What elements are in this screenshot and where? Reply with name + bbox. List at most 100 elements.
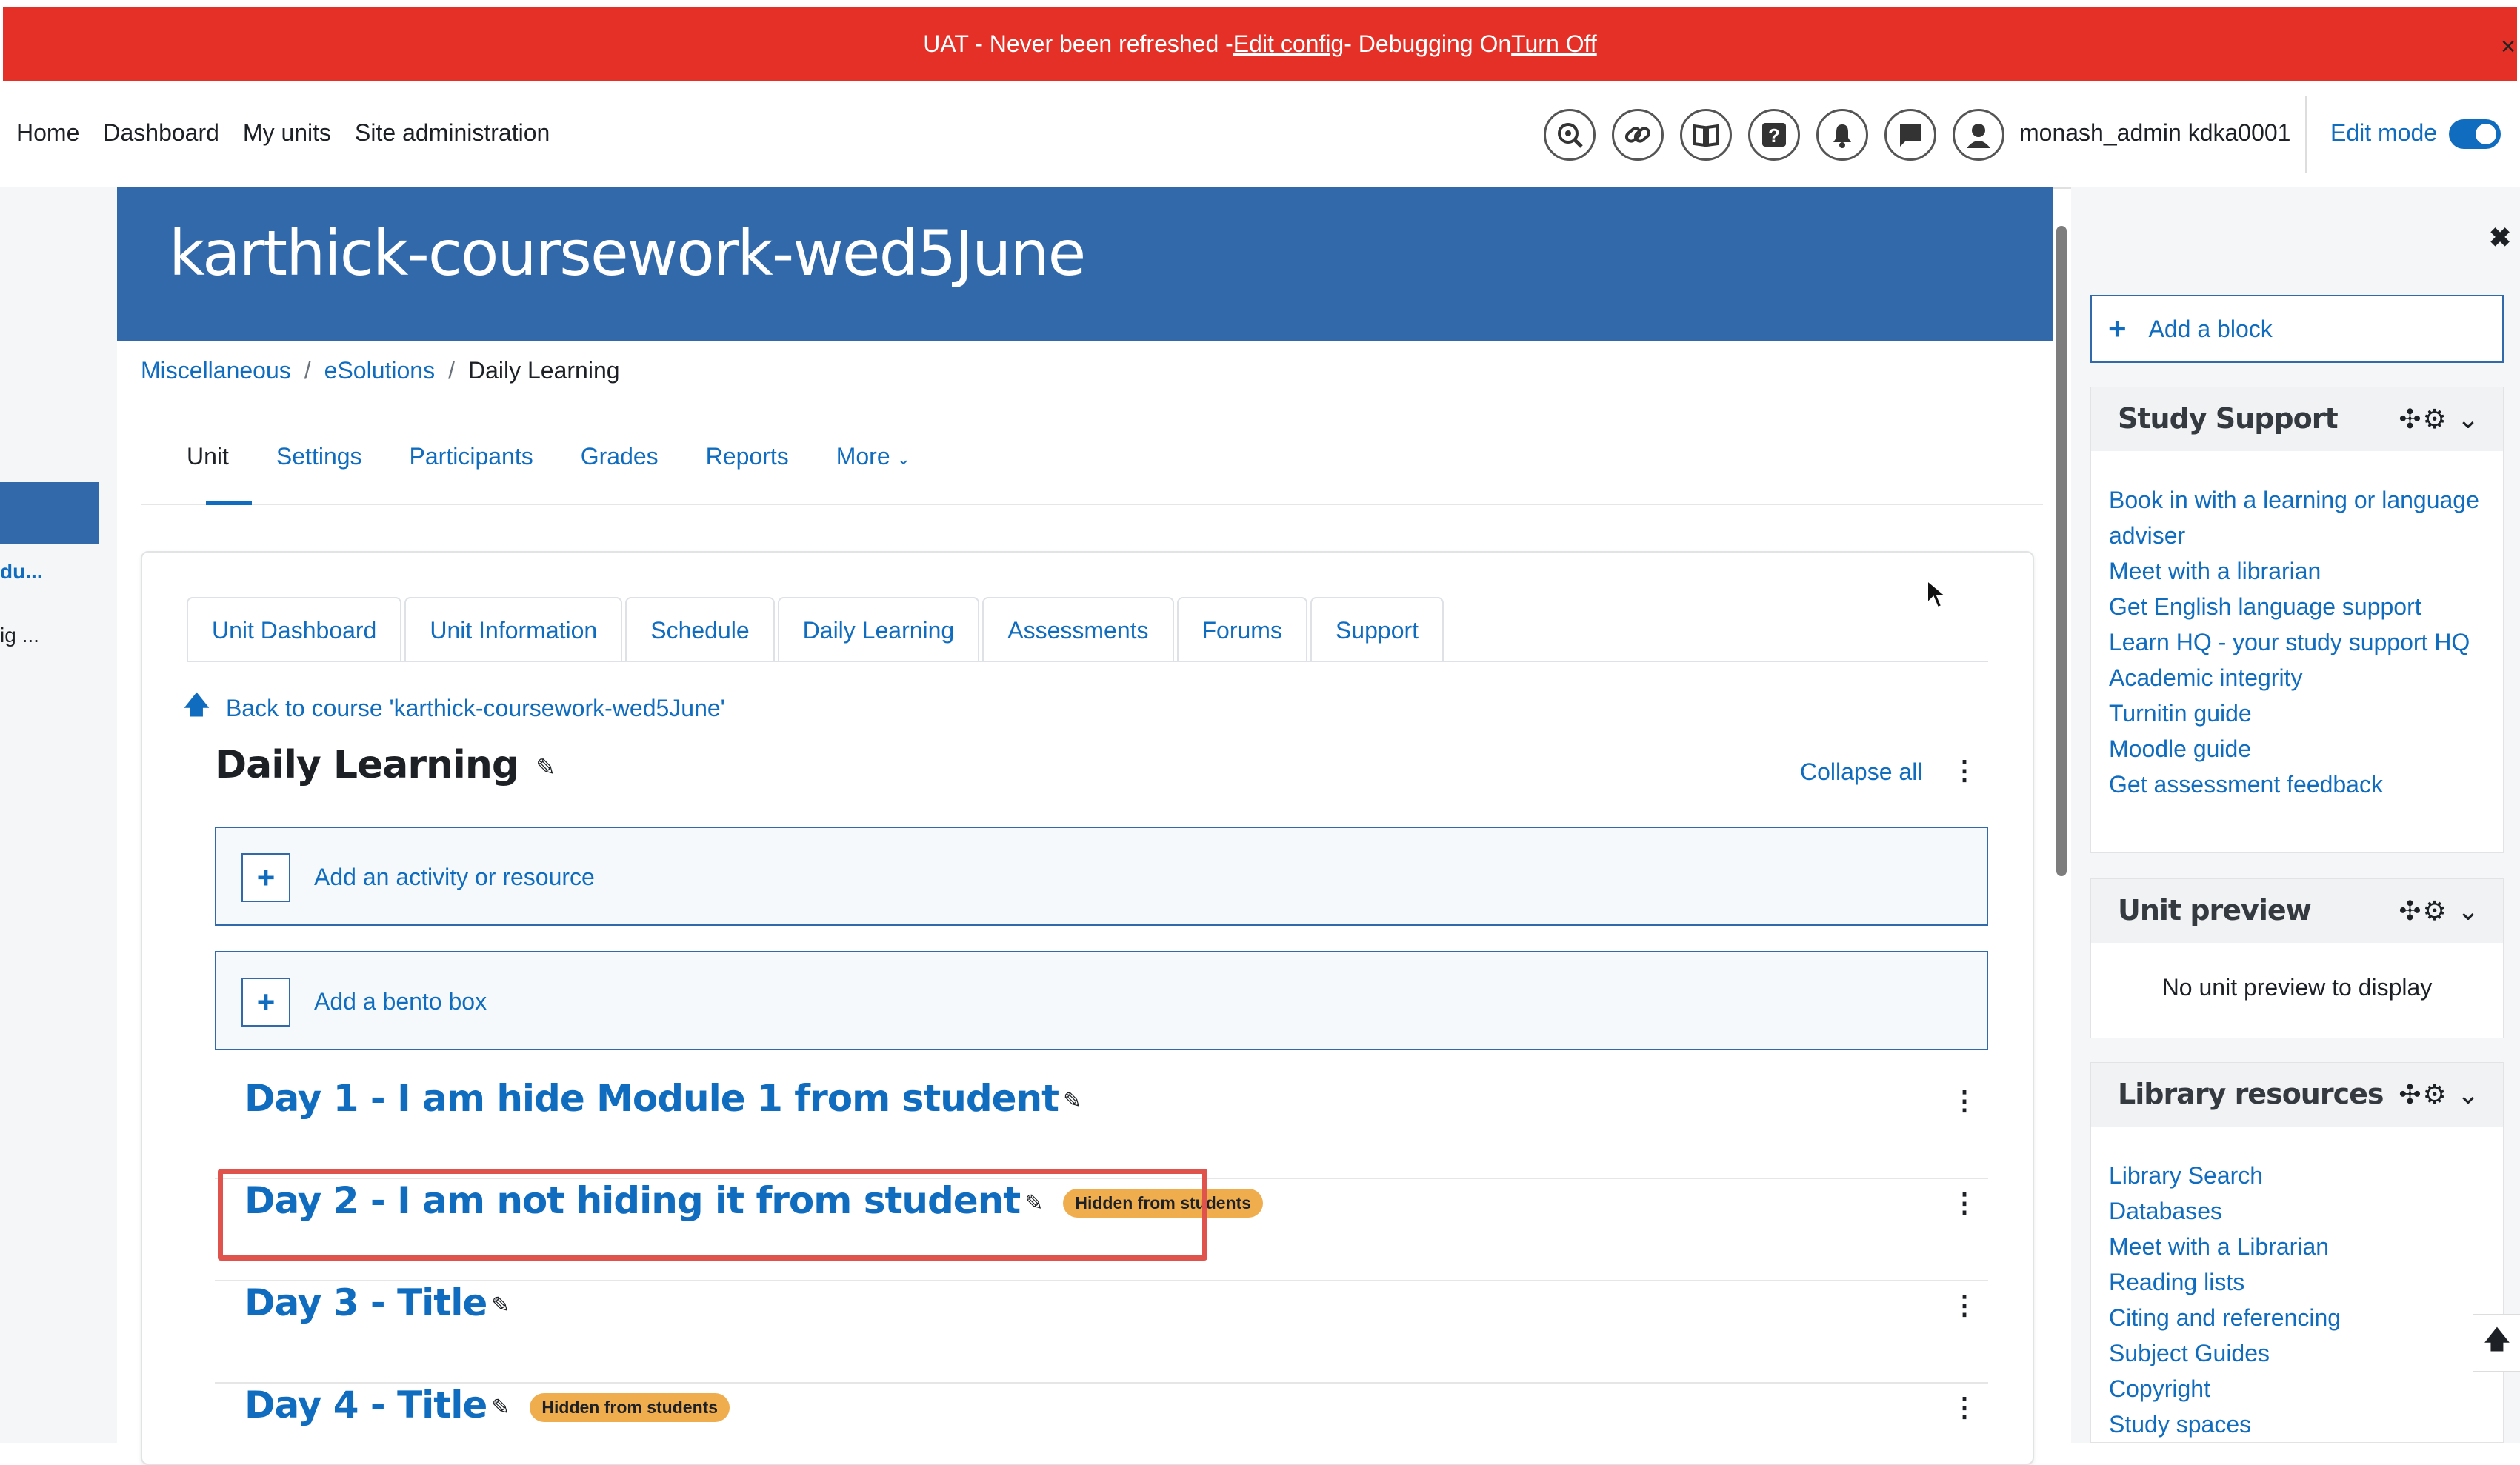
study-support-block: Study Support ✣⚙ ⌄ Book in with a learni…	[2090, 387, 2504, 853]
unit-tab-dashboard[interactable]: Unit Dashboard	[187, 597, 402, 662]
block-controls-icon[interactable]: ✣⚙ ⌄	[2399, 1079, 2481, 1110]
breadcrumb-miscellaneous[interactable]: Miscellaneous	[141, 357, 291, 384]
block-link[interactable]: Subject Guides	[2109, 1335, 2503, 1371]
course-nav-tabs: Unit Settings Participants Grades Report…	[164, 443, 910, 470]
day-section-title[interactable]: Day 1 - I am hide Module 1 from student ✎	[244, 1077, 1081, 1120]
collapse-all-link[interactable]: Collapse all	[1800, 758, 1922, 786]
edit-mode-toggle[interactable]	[2449, 119, 2501, 149]
block-controls-icon[interactable]: ✣⚙ ⌄	[2399, 895, 2481, 927]
block-link[interactable]: Databases	[2109, 1193, 2503, 1229]
unit-tabs: Unit Dashboard Unit Information Schedule…	[187, 597, 1447, 662]
breadcrumb-current: Daily Learning	[467, 357, 620, 384]
tab-grades[interactable]: Grades	[581, 443, 659, 470]
pencil-icon[interactable]: ✎	[1063, 1088, 1081, 1114]
unit-tabs-divider	[187, 661, 1988, 662]
book-icon[interactable]	[1680, 109, 1732, 161]
edit-config-link[interactable]: Edit config	[1233, 30, 1344, 58]
svg-text:?: ?	[1768, 124, 1780, 147]
page-scrollbar[interactable]	[2056, 226, 2067, 876]
course-index-item[interactable]: du...	[0, 560, 43, 584]
back-to-course-label: Back to course 'karthick-coursework-wed5…	[225, 695, 725, 721]
block-link[interactable]: Book in with a learning or language	[2109, 482, 2503, 518]
block-link[interactable]: Moodle guide	[2109, 731, 2503, 767]
nav-my-units[interactable]: My units	[243, 119, 331, 147]
block-link[interactable]: Turnitin guide	[2109, 695, 2503, 731]
block-link[interactable]: Academic integrity	[2109, 660, 2503, 695]
day-menu-icon[interactable]: ⋮	[1951, 1292, 1978, 1318]
block-title: Study Support	[2118, 402, 2339, 435]
block-link[interactable]: Meet with a librarian	[2109, 553, 2503, 589]
bell-icon[interactable]	[1816, 109, 1868, 161]
day-section-title[interactable]: Day 4 - Title ✎ Hidden from students	[244, 1384, 730, 1426]
unit-tab-forums[interactable]: Forums	[1176, 597, 1307, 662]
link-icon[interactable]	[1612, 109, 1664, 161]
unit-tab-assessments[interactable]: Assessments	[982, 597, 1174, 662]
block-link[interactable]: Reading lists	[2109, 1264, 2503, 1300]
add-block-button[interactable]: + Add a block	[2090, 295, 2504, 363]
search-eye-icon[interactable]	[1544, 109, 1596, 161]
block-link[interactable]: Study spaces	[2109, 1406, 2503, 1442]
day-menu-icon[interactable]: ⋮	[1951, 1189, 1978, 1216]
nav-site-administration[interactable]: Site administration	[355, 119, 550, 147]
add-activity-box[interactable]: + Add an activity or resource	[215, 827, 1988, 926]
unit-tab-daily-learning[interactable]: Daily Learning	[777, 597, 980, 662]
chat-icon[interactable]	[1884, 109, 1936, 161]
pencil-icon[interactable]: ✎	[491, 1395, 510, 1421]
breadcrumb: Miscellaneous / eSolutions / Daily Learn…	[141, 357, 620, 384]
block-link[interactable]: Copyright	[2109, 1371, 2503, 1406]
day-menu-icon[interactable]: ⋮	[1951, 1087, 1978, 1114]
section-menu-icon[interactable]: ⋮	[1951, 757, 1978, 784]
tab-divider	[141, 504, 2043, 505]
block-link[interactable]: Learn HQ - your study support HQ	[2109, 624, 2503, 660]
block-header: Study Support ✣⚙ ⌄	[2091, 387, 2503, 451]
plus-icon: +	[2108, 311, 2127, 346]
library-links: Library Search Databases Meet with a Lib…	[2091, 1127, 2503, 1442]
block-header: Unit preview ✣⚙ ⌄	[2091, 879, 2503, 943]
back-to-course-link[interactable]: 🡅 Back to course 'karthick-coursework-we…	[184, 687, 725, 730]
unit-tab-support[interactable]: Support	[1310, 597, 1444, 662]
block-link[interactable]: Get assessment feedback	[2109, 767, 2503, 802]
tab-settings[interactable]: Settings	[276, 443, 362, 470]
day-menu-icon[interactable]: ⋮	[1951, 1394, 1978, 1421]
section-title: Daily Learning ✎	[215, 743, 556, 787]
help-icon[interactable]: ?	[1748, 109, 1800, 161]
block-link[interactable]: adviser	[2109, 518, 2503, 553]
block-link[interactable]: Library Search	[2109, 1158, 2503, 1193]
breadcrumb-esolutions[interactable]: eSolutions	[324, 357, 435, 384]
banner-close-icon[interactable]: ×	[2501, 33, 2516, 61]
day-section-title[interactable]: Day 3 - Title ✎	[244, 1281, 510, 1324]
nav-dashboard[interactable]: Dashboard	[103, 119, 219, 147]
chevron-down-icon: ⌄	[896, 450, 910, 468]
course-index-active-item[interactable]	[0, 482, 99, 544]
plus-icon: +	[241, 978, 290, 1027]
turn-off-link[interactable]: Turn Off	[1511, 30, 1597, 58]
add-block-label: Add a block	[2148, 315, 2273, 342]
tab-unit[interactable]: Unit	[187, 443, 229, 470]
block-link[interactable]: Citing and referencing	[2109, 1300, 2503, 1335]
unit-preview-block: Unit preview ✣⚙ ⌄ No unit preview to dis…	[2090, 878, 2504, 1038]
banner-prefix: UAT - Never been refreshed -	[923, 30, 1233, 57]
tab-participants[interactable]: Participants	[410, 443, 533, 470]
tab-reports[interactable]: Reports	[706, 443, 789, 470]
highlight-box	[218, 1169, 1207, 1261]
pencil-icon[interactable]: ✎	[491, 1292, 510, 1318]
unit-tab-information[interactable]: Unit Information	[404, 597, 623, 662]
avatar-icon[interactable]	[1953, 109, 2004, 161]
course-header: karthick-coursework-wed5June	[117, 187, 2053, 341]
course-index-item[interactable]: ig ...	[0, 624, 39, 647]
course-title: karthick-coursework-wed5June	[169, 217, 1086, 290]
course-index-drawer	[0, 187, 117, 1443]
unit-tab-schedule[interactable]: Schedule	[625, 597, 775, 662]
block-link[interactable]: Get English language support	[2109, 589, 2503, 624]
username[interactable]: monash_admin kdka0001	[2019, 119, 2290, 147]
block-controls-icon[interactable]: ✣⚙ ⌄	[2399, 404, 2481, 435]
back-to-top-icon[interactable]: 🡅	[2473, 1314, 2520, 1372]
tab-more[interactable]: More ⌄	[836, 443, 910, 470]
add-bento-box[interactable]: + Add a bento box	[215, 951, 1988, 1050]
arrow-up-icon: 🡅	[184, 691, 210, 719]
add-activity-label: Add an activity or resource	[314, 864, 595, 890]
nav-home[interactable]: Home	[16, 119, 79, 147]
close-drawer-icon[interactable]: ✖	[2489, 222, 2511, 253]
pencil-icon[interactable]: ✎	[536, 753, 556, 781]
block-link[interactable]: Meet with a Librarian	[2109, 1229, 2503, 1264]
